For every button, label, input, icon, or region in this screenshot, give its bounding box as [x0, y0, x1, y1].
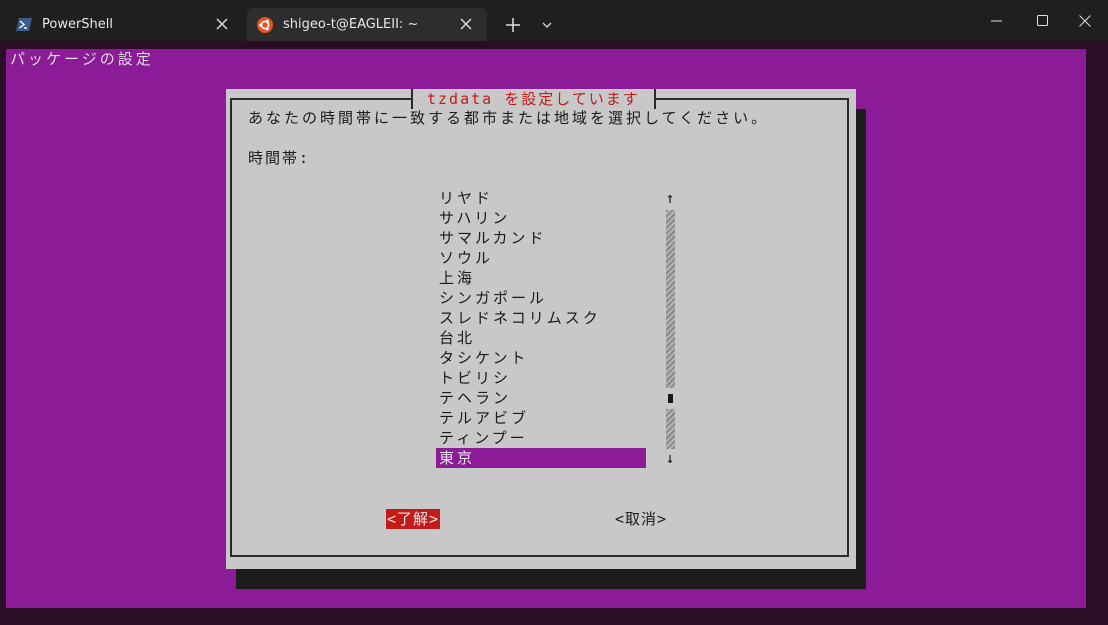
title-bar: PowerShell shigeo-t@EAGLEII: ~	[0, 0, 1108, 41]
list-item[interactable]: タシケント	[436, 348, 646, 368]
cancel-button[interactable]: <取消>	[614, 509, 668, 529]
tab-dropdown-button[interactable]	[536, 12, 558, 38]
terminal-heading: パッケージの設定	[10, 50, 154, 68]
tzdata-dialog: tzdata を設定しています あなたの時間帯に一致する都市または地域を選択して…	[226, 89, 856, 569]
tab-ubuntu[interactable]: shigeo-t@EAGLEII: ~	[247, 8, 487, 41]
close-icon[interactable]	[213, 15, 231, 33]
scroll-up-arrow-icon[interactable]: ↑	[662, 188, 678, 208]
list-item[interactable]: ティンプー	[436, 428, 646, 448]
scrollbar-track[interactable]	[666, 409, 675, 449]
scrollbar-thumb[interactable]	[668, 394, 673, 403]
new-tab-button[interactable]	[500, 12, 526, 38]
close-window-button[interactable]	[1062, 0, 1108, 41]
list-item-selected[interactable]: 東京	[436, 448, 646, 468]
plus-icon	[506, 18, 520, 32]
ok-button[interactable]: <了解>	[386, 509, 441, 529]
list-item[interactable]: サハリン	[436, 208, 646, 228]
list-item[interactable]: リヤド	[436, 188, 646, 208]
close-icon	[1079, 14, 1091, 27]
list-item[interactable]: シンガポール	[436, 288, 646, 308]
scroll-down-arrow-icon[interactable]: ↓	[662, 448, 678, 468]
close-icon[interactable]	[457, 15, 475, 33]
minimize-icon	[990, 20, 1002, 21]
ubuntu-icon	[257, 16, 273, 33]
list-item[interactable]: 台北	[436, 328, 646, 348]
tab-label: shigeo-t@EAGLEII: ~	[283, 17, 419, 32]
list-item[interactable]: トビリシ	[436, 368, 646, 388]
timezone-label: 時間帯:	[248, 149, 311, 167]
list-item[interactable]: テルアビブ	[436, 408, 646, 428]
dialog-prompt: あなたの時間帯に一致する都市または地域を選択してください。	[248, 109, 770, 127]
list-item[interactable]: スレドネコリムスク	[436, 308, 646, 328]
maximize-button[interactable]	[1019, 0, 1065, 41]
list-item[interactable]: 上海	[436, 268, 646, 288]
tab-label: PowerShell	[42, 17, 114, 32]
scrollbar-track[interactable]	[666, 210, 675, 388]
list-item[interactable]: テヘラン	[436, 388, 646, 408]
list-item[interactable]: サマルカンド	[436, 228, 646, 248]
list-item[interactable]: ソウル	[436, 248, 646, 268]
powershell-icon	[16, 18, 32, 32]
maximize-icon	[1036, 15, 1048, 26]
timezone-list[interactable]: リヤド サハリン サマルカンド ソウル 上海 シンガポール スレドネコリムスク …	[436, 188, 646, 468]
dialog-title: tzdata を設定しています	[411, 89, 656, 109]
chevron-down-icon	[542, 22, 552, 28]
tab-powershell[interactable]: PowerShell	[0, 8, 243, 41]
minimize-button[interactable]	[973, 0, 1019, 41]
